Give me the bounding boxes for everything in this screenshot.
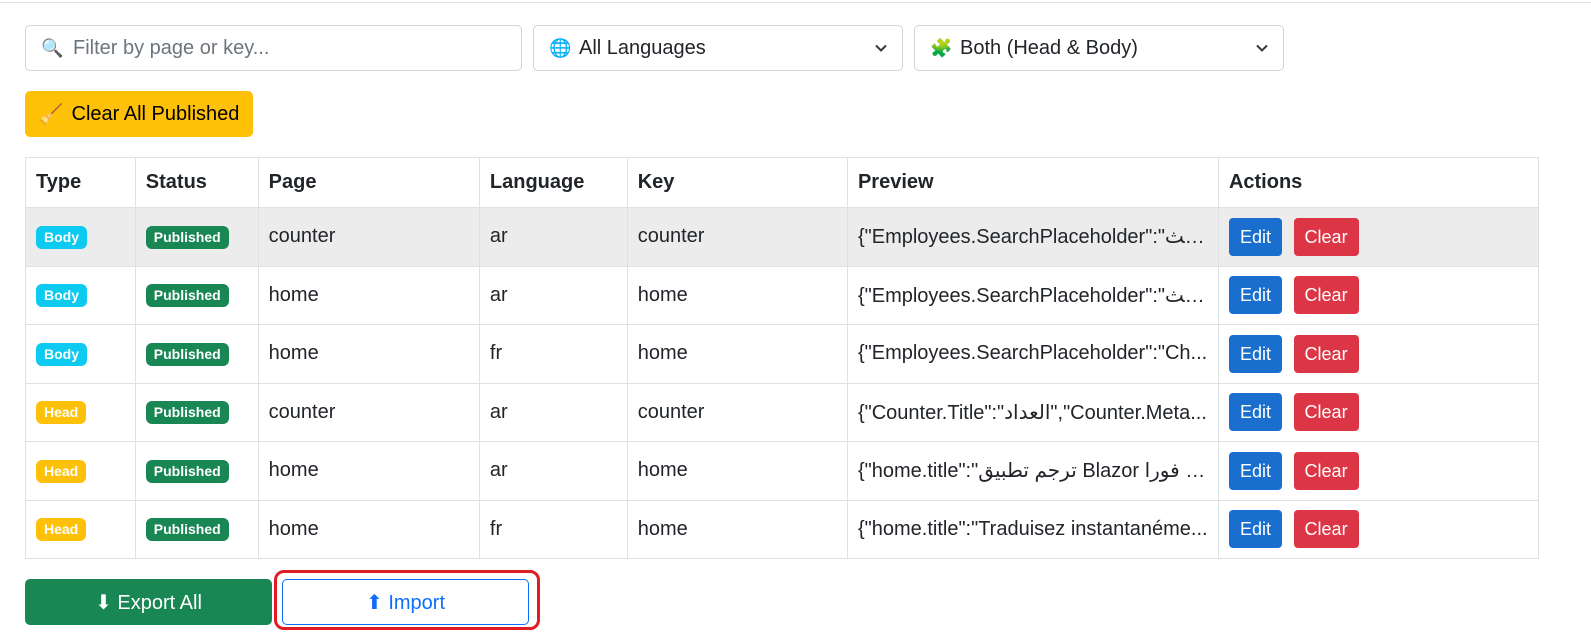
- clear-button[interactable]: Clear: [1293, 217, 1359, 256]
- language-cell: fr: [478, 499, 628, 559]
- clear-button[interactable]: Clear: [1293, 276, 1359, 315]
- preview-cell: {"home.title":"ترجم تطبيق Blazor بك فورا…: [857, 460, 1208, 483]
- preview-cell: {"Employees.SearchPlaceholder":"Ch...: [857, 342, 1208, 365]
- scope-select-value: Both (Head & Body): [960, 36, 1138, 59]
- filter-bar: 🔍 🌐 All Languages 🧩 Both (Head & Body): [25, 25, 1284, 71]
- page-cell: counter: [257, 382, 480, 442]
- language-cell: ar: [478, 382, 628, 442]
- table-row: Head Published home fr home {"home.title…: [25, 499, 1540, 559]
- language-select[interactable]: 🌐 All Languages: [533, 25, 903, 71]
- page-cell: home: [257, 441, 480, 501]
- key-cell: counter: [626, 207, 848, 267]
- column-header-language: Language: [478, 157, 628, 208]
- language-cell: ar: [478, 441, 628, 501]
- status-badge: Published: [145, 225, 229, 249]
- key-cell: home: [626, 265, 848, 325]
- column-header-page: Page: [257, 157, 480, 208]
- key-cell: home: [626, 441, 848, 501]
- clear-button[interactable]: Clear: [1293, 393, 1359, 432]
- edit-button[interactable]: Edit: [1228, 334, 1282, 373]
- page-cell: home: [257, 265, 480, 325]
- preview-cell: {"Employees.SearchPlaceholder":"ابحث...: [857, 226, 1208, 249]
- column-header-status: Status: [134, 157, 259, 208]
- status-badge: Published: [145, 518, 229, 542]
- puzzle-icon: 🧩: [930, 37, 953, 58]
- key-cell: home: [626, 324, 848, 384]
- edit-button[interactable]: Edit: [1228, 510, 1282, 549]
- language-select-value: All Languages: [579, 36, 706, 59]
- published-translations-table: Type Status Page Language Key Preview Ac…: [25, 157, 1540, 559]
- search-icon: 🔍: [41, 37, 64, 58]
- edit-button[interactable]: Edit: [1228, 217, 1282, 256]
- clear-button[interactable]: Clear: [1293, 451, 1359, 490]
- broom-icon: 🧹: [38, 103, 64, 126]
- type-badge: Head: [36, 459, 87, 483]
- preview-cell: {"Employees.SearchPlaceholder":"ابحث...: [857, 284, 1208, 307]
- edit-button[interactable]: Edit: [1228, 276, 1282, 315]
- preview-cell: {"Counter.Title":"العداد","Counter.Meta.…: [857, 401, 1207, 424]
- type-badge: Body: [36, 284, 87, 308]
- status-badge: Published: [145, 459, 229, 483]
- type-badge: Body: [36, 225, 87, 249]
- language-cell: ar: [478, 265, 628, 325]
- column-header-key: Key: [626, 157, 848, 208]
- import-button[interactable]: ⬆ Import: [282, 579, 529, 625]
- status-badge: Published: [145, 284, 229, 308]
- top-divider: [0, 0, 1591, 3]
- search-input[interactable]: [71, 35, 491, 61]
- page-cell: home: [257, 499, 480, 559]
- table-row: Body Published home ar home {"Employees.…: [25, 265, 1540, 325]
- type-badge: Head: [36, 518, 87, 542]
- clear-all-published-label: Clear All Published: [71, 102, 240, 125]
- clear-button[interactable]: Clear: [1293, 510, 1359, 549]
- export-all-button[interactable]: ⬇ Export All: [25, 579, 272, 625]
- table-row: Body Published home fr home {"Employees.…: [25, 324, 1540, 384]
- search-field[interactable]: 🔍: [25, 25, 522, 71]
- globe-icon: 🌐: [549, 37, 572, 58]
- preview-cell: {"home.title":"Traduisez instantanéme...: [857, 517, 1208, 540]
- column-header-type: Type: [25, 157, 136, 208]
- clear-all-published-button[interactable]: 🧹 Clear All Published: [25, 91, 253, 137]
- table-header-row: Type Status Page Language Key Preview Ac…: [25, 157, 1540, 208]
- table-row: Head Published home ar home {"home.title…: [25, 441, 1540, 501]
- language-cell: ar: [478, 207, 628, 267]
- key-cell: counter: [626, 382, 848, 442]
- column-header-actions: Actions: [1217, 157, 1540, 208]
- status-badge: Published: [145, 342, 229, 366]
- scope-select[interactable]: 🧩 Both (Head & Body): [914, 25, 1284, 71]
- language-cell: fr: [478, 324, 628, 384]
- column-header-preview: Preview: [846, 157, 1219, 208]
- table-row: Body Published counter ar counter {"Empl…: [25, 207, 1540, 267]
- page-cell: home: [257, 324, 480, 384]
- type-badge: Head: [36, 401, 87, 425]
- edit-button[interactable]: Edit: [1228, 451, 1282, 490]
- type-badge: Body: [36, 342, 87, 366]
- page-cell: counter: [257, 207, 480, 267]
- table-row: Head Published counter ar counter {"Coun…: [25, 382, 1540, 442]
- chevron-down-icon: [1256, 44, 1268, 52]
- clear-button[interactable]: Clear: [1293, 334, 1359, 373]
- status-badge: Published: [145, 401, 229, 425]
- chevron-down-icon: [875, 44, 887, 52]
- key-cell: home: [626, 499, 848, 559]
- edit-button[interactable]: Edit: [1228, 393, 1282, 432]
